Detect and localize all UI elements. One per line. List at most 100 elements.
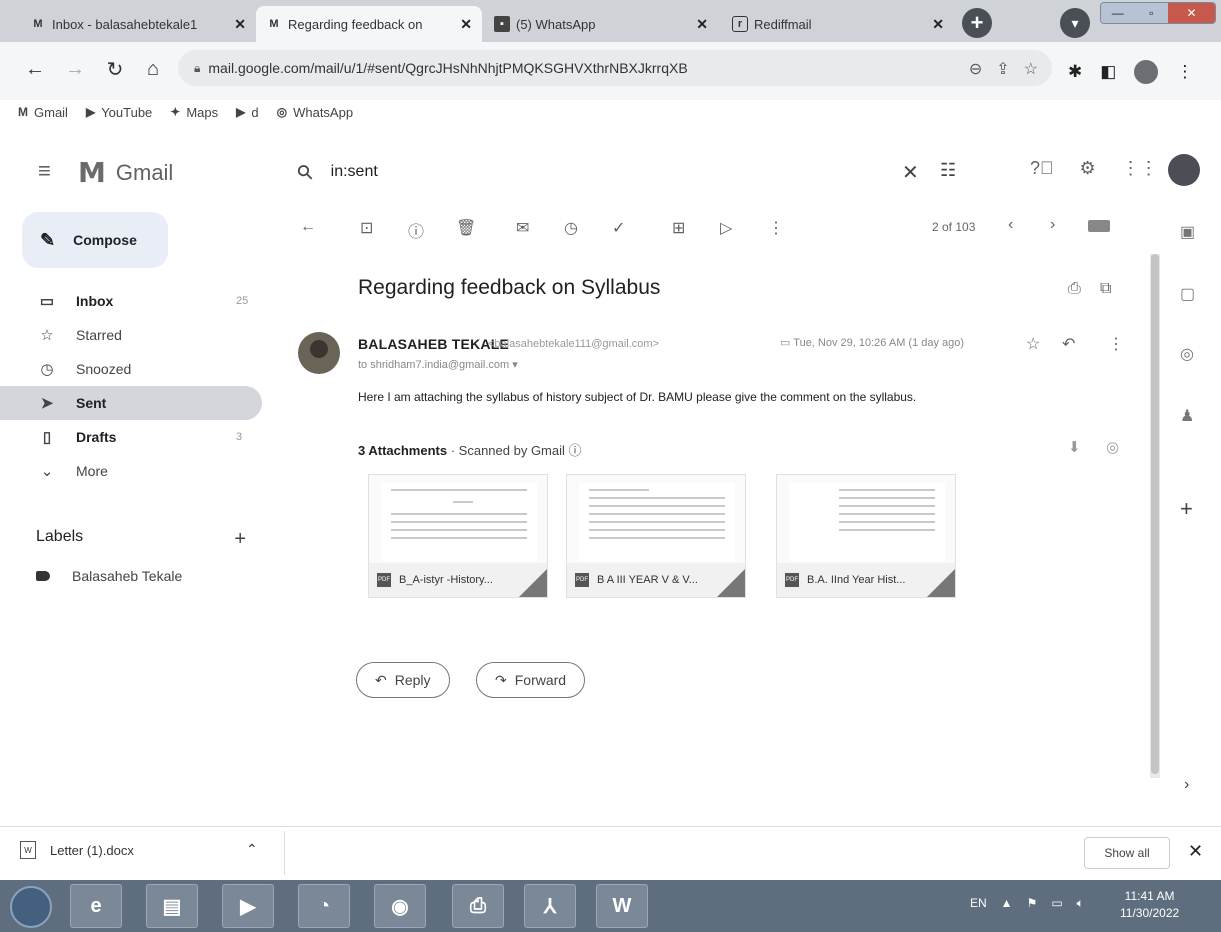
chrome-icon[interactable]: ◉ xyxy=(374,884,426,928)
tasks-icon[interactable]: ◎ xyxy=(1180,344,1194,364)
firefox-icon[interactable]: ◔ xyxy=(298,884,350,928)
forward-icon[interactable]: → xyxy=(60,54,90,84)
bookmark-d[interactable]: ▶ d xyxy=(236,105,258,120)
tab-rediffmail[interactable]: r Rediffmail ✕ xyxy=(722,6,954,42)
close-icon[interactable]: ✕ xyxy=(696,16,708,33)
sender-avatar[interactable] xyxy=(298,332,340,374)
archive-icon[interactable]: ⊡ xyxy=(360,218,373,238)
apps-grid-icon[interactable]: ⋮⋮ xyxy=(1122,158,1158,179)
print-icon[interactable]: ⎙ xyxy=(1068,280,1081,298)
attachment-card[interactable]: PDF B_A-istyr -History... xyxy=(368,474,548,598)
gear-icon[interactable]: ⚙ xyxy=(1080,158,1096,179)
delete-icon[interactable]: 🗑︎ xyxy=(456,218,476,238)
sidebar-item-snoozed[interactable]: ◷ Snoozed xyxy=(0,352,270,386)
scanner-app-icon[interactable]: ⎙ xyxy=(452,884,504,928)
bookmark-gmail[interactable]: M Gmail xyxy=(18,105,68,120)
scrollbar[interactable] xyxy=(1150,254,1160,778)
search-icon[interactable]: ⚲ xyxy=(291,158,319,186)
language-indicator[interactable]: EN xyxy=(970,896,987,911)
window-close-button[interactable]: ✕ xyxy=(1168,3,1215,23)
compose-button[interactable]: ✎ Compose xyxy=(22,212,168,268)
recipient-line[interactable]: to shridham7.india@gmail.com ▾ xyxy=(358,358,518,371)
snooze-icon[interactable]: ◷ xyxy=(564,218,578,238)
add-to-tasks-icon[interactable]: ✓ xyxy=(612,218,625,238)
contacts-icon[interactable]: ♟ xyxy=(1180,406,1194,426)
minimize-button[interactable]: — xyxy=(1101,3,1135,23)
zoom-icon[interactable]: ⊖ xyxy=(969,59,982,79)
close-icon[interactable]: ✕ xyxy=(460,16,472,33)
new-tab-button[interactable]: + xyxy=(962,8,992,38)
scrollbar-thumb[interactable] xyxy=(1151,254,1159,774)
download-all-icon[interactable]: ⬇ xyxy=(1068,438,1081,456)
bookmark-star-icon[interactable]: ☆ xyxy=(1024,59,1038,79)
reload-icon[interactable]: ↻ xyxy=(100,54,130,84)
chevron-right-icon[interactable]: › xyxy=(1184,776,1189,794)
keep-icon[interactable]: ▢ xyxy=(1180,284,1195,304)
acrobat-icon[interactable]: ⅄ xyxy=(524,884,576,928)
input-tools-icon[interactable] xyxy=(1088,220,1110,232)
show-hidden-icons-icon[interactable]: ▲ xyxy=(1001,896,1013,911)
menu-icon[interactable]: ⋮ xyxy=(1176,62,1193,82)
forward-button[interactable]: ↷ Forward xyxy=(476,662,586,698)
reply-icon[interactable]: ↶ xyxy=(1062,334,1075,354)
report-spam-icon[interactable]: ⓘ xyxy=(408,218,424,242)
file-explorer-icon[interactable]: ▤ xyxy=(146,884,198,928)
reply-button[interactable]: ↶ Reply xyxy=(356,662,450,698)
chevron-up-icon[interactable]: ⌃ xyxy=(246,841,258,858)
gmail-logo[interactable]: M Gmail xyxy=(78,156,173,189)
back-to-list-icon[interactable]: ← xyxy=(300,218,316,236)
add-addon-icon[interactable]: + xyxy=(1180,496,1193,522)
add-to-drive-icon[interactable]: ◎ xyxy=(1106,438,1119,456)
tab-regarding-feedback[interactable]: M Regarding feedback on ✕ xyxy=(256,6,482,42)
label-icon[interactable]: ▷ xyxy=(720,218,732,238)
profile-avatar[interactable] xyxy=(1134,60,1159,84)
newer-icon[interactable]: ‹ xyxy=(1008,216,1013,234)
more-options-icon[interactable]: ⋮ xyxy=(768,218,784,238)
sender-name[interactable]: BALASAHEB TEKALE xyxy=(358,336,509,352)
bookmark-whatsapp[interactable]: ◎ WhatsApp xyxy=(277,105,353,120)
label-item[interactable]: Balasaheb Tekale xyxy=(36,568,182,584)
tab-whatsapp[interactable]: ▪ (5) WhatsApp ✕ xyxy=(484,6,718,42)
home-icon[interactable]: ⌂ xyxy=(138,54,168,84)
start-button[interactable] xyxy=(10,886,52,928)
sidebar-item-drafts[interactable]: ▯ Drafts 3 xyxy=(0,420,270,454)
star-icon[interactable]: ☆ xyxy=(1026,334,1040,354)
chevron-down-icon[interactable]: ▾ xyxy=(1060,8,1090,38)
account-avatar[interactable] xyxy=(1168,154,1200,186)
sidebar-item-starred[interactable]: ☆ Starred xyxy=(0,318,270,352)
sidebar-item-more[interactable]: ⌄ More xyxy=(0,454,270,488)
media-player-icon[interactable]: ▶ xyxy=(222,884,274,928)
mark-unread-icon[interactable]: ✉ xyxy=(516,218,529,238)
add-label-icon[interactable]: + xyxy=(234,528,246,551)
extensions-icon[interactable]: ✱ xyxy=(1068,62,1082,82)
address-bar[interactable]: 🔒︎ mail.google.com/mail/u/1/#sent/QgrcJH… xyxy=(178,50,1052,86)
close-icon[interactable]: ✕ xyxy=(234,16,246,33)
calendar-icon[interactable]: ▣ xyxy=(1180,222,1195,242)
tab-inbox[interactable]: M Inbox - balasahebtekale1 ✕ xyxy=(20,6,256,42)
clear-search-icon[interactable]: ✕ xyxy=(902,160,919,185)
network-icon[interactable]: ▭ xyxy=(1051,896,1062,911)
bookmark-maps[interactable]: ✦ Maps xyxy=(170,105,218,120)
side-panel-icon[interactable]: ◧ xyxy=(1100,62,1116,82)
internet-explorer-icon[interactable]: e xyxy=(70,884,122,928)
share-icon[interactable]: ⇪ xyxy=(996,59,1009,79)
show-all-button[interactable]: Show all xyxy=(1084,837,1170,869)
back-icon[interactable]: ← xyxy=(20,54,50,84)
older-icon[interactable]: › xyxy=(1050,216,1055,234)
info-icon[interactable]: ⓘ xyxy=(569,443,582,458)
sidebar-item-sent[interactable]: ➤ Sent xyxy=(0,386,262,420)
move-to-icon[interactable]: ⊞ xyxy=(672,218,685,238)
clock[interactable]: 11:41 AM 11/30/2022 xyxy=(1120,888,1179,922)
more-options-icon[interactable]: ⋮ xyxy=(1108,334,1124,354)
action-center-icon[interactable]: ⚑ xyxy=(1027,896,1038,911)
main-menu-icon[interactable]: ≡ xyxy=(38,158,51,184)
close-icon[interactable]: ✕ xyxy=(1188,841,1203,862)
attachment-card[interactable]: PDF B A III YEAR V & V... xyxy=(566,474,746,598)
maximize-button[interactable]: ▫ xyxy=(1134,3,1169,23)
download-item[interactable]: W Letter (1).docx xyxy=(20,841,134,859)
bookmark-youtube[interactable]: ▶ YouTube xyxy=(86,105,152,120)
open-new-window-icon[interactable]: ⧉ xyxy=(1100,280,1111,298)
help-icon[interactable]: ?⃝ xyxy=(1030,158,1054,179)
close-icon[interactable]: ✕ xyxy=(932,16,944,33)
search-input[interactable]: ⚲ in:sent xyxy=(293,150,970,194)
